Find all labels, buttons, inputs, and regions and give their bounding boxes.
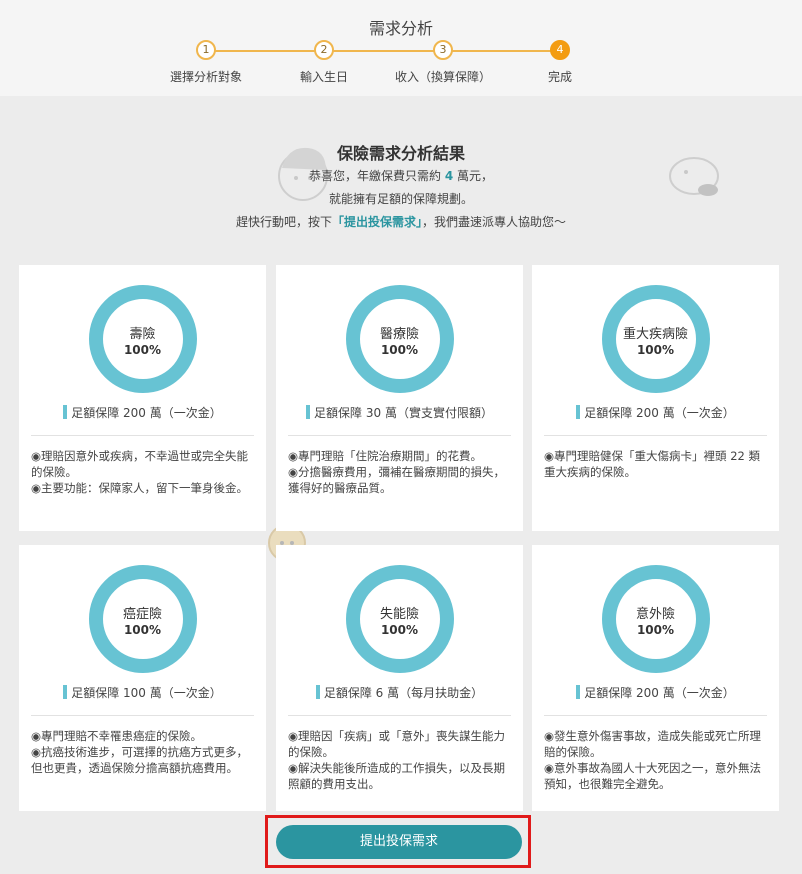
- description-item: ◉專門理賠不幸罹患癌症的保險。: [31, 729, 203, 743]
- coverage-amount: 足額保障 6 萬（每月扶助金）: [276, 684, 523, 701]
- description-item: ◉意外事故為國人十大死因之一，意外無法預知，也很難完全避免。: [544, 761, 762, 791]
- card-divider: [288, 715, 511, 716]
- coverage-percent: 100%: [636, 343, 675, 357]
- amount-marker: [315, 685, 320, 699]
- submit-request-button[interactable]: 提出投保需求: [276, 825, 522, 859]
- call-to-action-text: 趕快行動吧，按下「提出投保需求」，我們盡速派專人協助您～: [0, 213, 802, 230]
- coverage-percent: 100%: [636, 623, 675, 637]
- insurance-description: ◉理賠因意外或疾病，不幸過世或完全失能的保險。 ◉主要功能：保障家人，留下一筆身…: [31, 448, 254, 496]
- coverage-amount: 足額保障 200 萬（一次金）: [532, 404, 779, 421]
- card-divider: [31, 715, 254, 716]
- step-4-label: 完成: [547, 70, 572, 84]
- cta-text-suffix: ，我們盡速派專人協助您～: [422, 215, 567, 229]
- coverage-amount-text: 足額保障 200 萬（一次金）: [584, 686, 735, 700]
- amount-marker: [63, 405, 68, 419]
- description-item: ◉專門理賠「住院治療期間」的花費。: [288, 449, 483, 463]
- premium-text-prefix: 恭喜您，年繳保費只需約: [308, 169, 445, 183]
- amount-marker: [576, 685, 581, 699]
- insurance-card-life: 壽險 100% 足額保障 200 萬（一次金） ◉理賠因意外或疾病，不幸過世或完…: [19, 265, 266, 531]
- amount-marker: [63, 685, 68, 699]
- card-divider: [544, 435, 767, 436]
- coverage-amount-text: 足額保障 200 萬（一次金）: [71, 406, 222, 420]
- stepper-progress-line: [206, 50, 560, 52]
- description-item: ◉解決失能後所造成的工作損失，以及長期照顧的費用支出。: [288, 761, 506, 791]
- cta-text-prefix: 趕快行動吧，按下: [235, 215, 332, 229]
- insurance-card-critical-illness: 重大疾病險 100% 足額保障 200 萬（一次金） ◉專門理賠健保「重大傷病卡…: [532, 265, 779, 531]
- coverage-percent: 100%: [123, 343, 162, 357]
- coverage-amount-text: 足額保障 6 萬（每月扶助金）: [323, 686, 484, 700]
- step-header: 需求分析 1 2 3 4 選擇分析對象 輸入生日 收入（換算保障） 完成: [0, 0, 802, 96]
- insurance-type-name: 癌症險: [122, 607, 162, 622]
- premium-summary-line: 恭喜您，年繳保費只需約 4 萬元，: [0, 167, 802, 184]
- insurance-description: ◉專門理賠健保「重大傷病卡」裡頭 22 類重大疾病的保險。: [544, 448, 767, 480]
- cta-inline-link[interactable]: 「提出投保需求」: [332, 215, 422, 229]
- coverage-percent: 100%: [123, 623, 162, 637]
- page-title: 需求分析: [368, 19, 433, 38]
- result-title: 保險需求分析結果: [336, 144, 465, 163]
- insurance-type-name: 重大疾病險: [622, 327, 688, 342]
- card-divider: [288, 435, 511, 436]
- coverage-amount-text: 足額保障 100 萬（一次金）: [71, 686, 222, 700]
- step-2-circle[interactable]: 2: [314, 40, 334, 60]
- card-divider: [544, 715, 767, 716]
- insurance-description: ◉理賠因「疾病」或「意外」喪失謀生能力的保險。 ◉解決失能後所造成的工作損失，以…: [288, 728, 511, 792]
- description-item: ◉理賠因「疾病」或「意外」喪失謀生能力的保險。: [288, 729, 506, 759]
- description-item: ◉發生意外傷害事故，造成失能或死亡所理賠的保險。: [544, 729, 762, 759]
- description-item: ◉理賠因意外或疾病，不幸過世或完全失能的保險。: [31, 449, 249, 479]
- coverage-percent: 100%: [380, 343, 419, 357]
- insurance-card-cancer: 癌症險 100% 足額保障 100 萬（一次金） ◉專門理賠不幸罹患癌症的保險。…: [19, 545, 266, 811]
- coverage-summary-line: 就能擁有足額的保障規劃。: [328, 192, 473, 206]
- coverage-percent: 100%: [380, 623, 419, 637]
- amount-marker: [576, 405, 581, 419]
- insurance-type-name: 意外險: [635, 607, 675, 622]
- description-item: ◉分擔醫療費用，彌補在醫療期間的損失，獲得好的醫療品質。: [288, 465, 506, 495]
- step-4-circle: 4: [550, 40, 570, 60]
- insurance-card-disability: 失能險 100% 足額保障 6 萬（每月扶助金） ◉理賠因「疾病」或「意外」喪失…: [276, 545, 523, 811]
- description-item: ◉專門理賠健保「重大傷病卡」裡頭 22 類重大疾病的保險。: [544, 449, 760, 479]
- insurance-card-accident: 意外險 100% 足額保障 200 萬（一次金） ◉發生意外傷害事故，造成失能或…: [532, 545, 779, 811]
- insurance-description: ◉專門理賠不幸罹患癌症的保險。 ◉抗癌技術進步，可選擇的抗癌方式更多，但也更貴，…: [31, 728, 254, 776]
- premium-amount: 4: [444, 169, 454, 183]
- step-3-circle[interactable]: 3: [433, 40, 453, 60]
- coverage-amount: 足額保障 100 萬（一次金）: [19, 684, 266, 701]
- coverage-amount: 足額保障 30 萬（實支實付限額）: [276, 404, 523, 421]
- amount-marker: [306, 405, 311, 419]
- coverage-amount-text: 足額保障 30 萬（實支實付限額）: [314, 406, 493, 420]
- insurance-card-medical: 醫療險 100% 足額保障 30 萬（實支實付限額） ◉專門理賠「住院治療期間」…: [276, 265, 523, 531]
- coverage-amount: 足額保障 200 萬（一次金）: [19, 404, 266, 421]
- coverage-amount: 足額保障 200 萬（一次金）: [532, 684, 779, 701]
- card-divider: [31, 435, 254, 436]
- description-item: ◉主要功能：保障家人，留下一筆身後金。: [31, 481, 249, 495]
- insurance-description: ◉發生意外傷害事故，造成失能或死亡所理賠的保險。 ◉意外事故為國人十大死因之一，…: [544, 728, 767, 792]
- insurance-description: ◉專門理賠「住院治療期間」的花費。 ◉分擔醫療費用，彌補在醫療期間的損失，獲得好…: [288, 448, 511, 496]
- step-1-circle[interactable]: 1: [196, 40, 216, 60]
- insurance-type-name: 壽險: [129, 327, 156, 342]
- insurance-type-name: 醫療險: [379, 327, 419, 342]
- description-item: ◉抗癌技術進步，可選擇的抗癌方式更多，但也更貴，透過保險分擔高額抗癌費用。: [31, 745, 249, 775]
- premium-text-suffix: 萬元，: [453, 169, 493, 183]
- coverage-amount-text: 足額保障 200 萬（一次金）: [584, 406, 735, 420]
- insurance-type-name: 失能險: [379, 607, 419, 622]
